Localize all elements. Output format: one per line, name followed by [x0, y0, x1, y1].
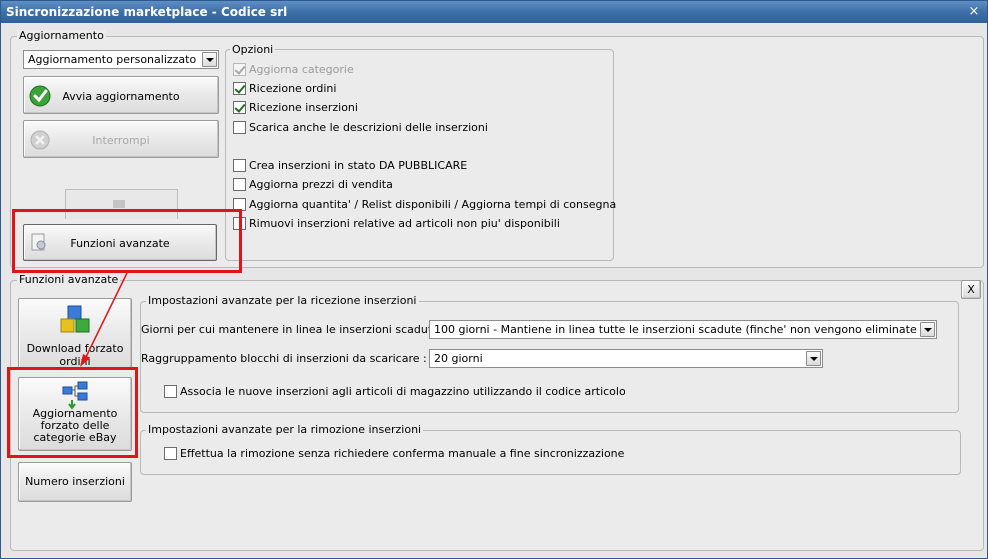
annotation-arrow: [80, 272, 128, 367]
sync-window: Sincronizzazione marketplace - Codice sr…: [0, 0, 988, 559]
